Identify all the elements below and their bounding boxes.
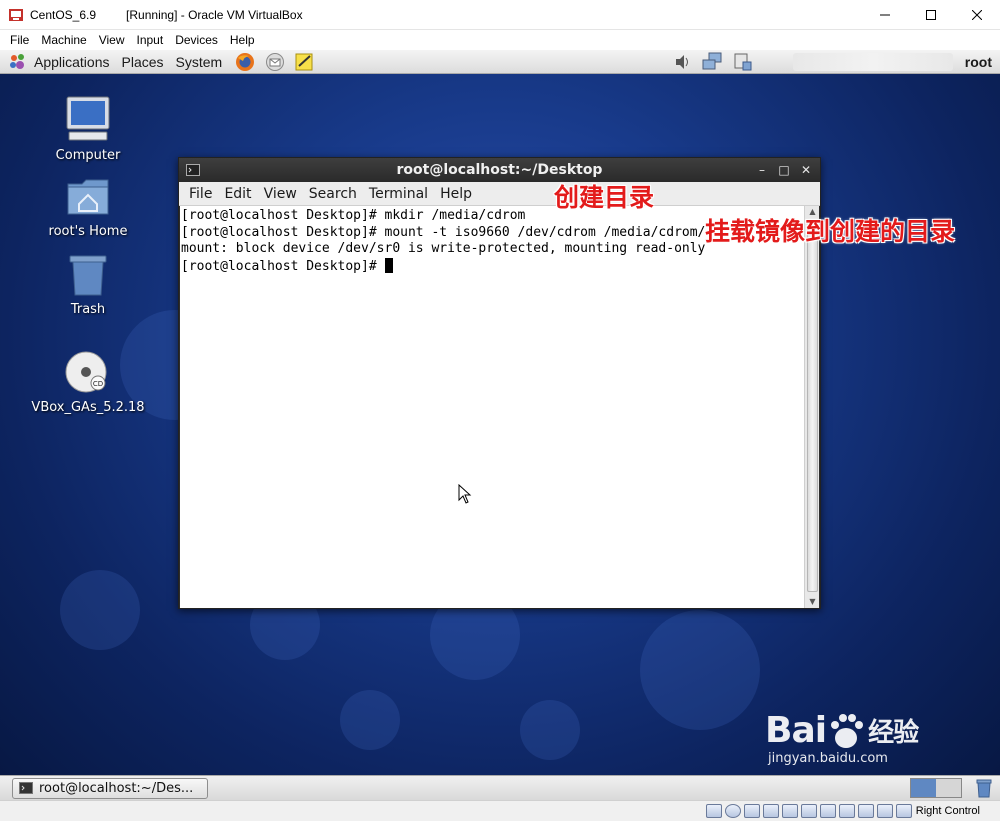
gnome-foot-icon bbox=[10, 53, 24, 69]
mail-launcher[interactable] bbox=[264, 52, 286, 72]
host-titlebar: CentOS_6.9 [Running] - Oracle VM Virtual… bbox=[0, 0, 1000, 30]
host-menu-view[interactable]: View bbox=[93, 33, 131, 47]
display-status-icon[interactable] bbox=[819, 804, 836, 818]
cpu-status-icon[interactable] bbox=[857, 804, 874, 818]
workspace-1[interactable] bbox=[911, 779, 936, 797]
desktop-icon-label: Trash bbox=[70, 302, 106, 317]
firefox-icon bbox=[236, 52, 255, 71]
watermark-brand-cn: 经验 bbox=[868, 718, 919, 748]
mouse-pointer-icon bbox=[458, 484, 472, 504]
panel-menu-places[interactable]: Places bbox=[122, 54, 164, 70]
panel-menu-system[interactable]: System bbox=[176, 54, 223, 70]
virtualbox-app-icon bbox=[9, 8, 23, 21]
baidu-watermark: Bai 经验 jingyan.baidu.com bbox=[765, 710, 919, 766]
trash-icon bbox=[69, 255, 107, 296]
terminal-titlebar[interactable]: root@localhost:~/Desktop – □ ✕ bbox=[179, 158, 820, 182]
close-icon bbox=[972, 10, 982, 20]
workspace-2[interactable] bbox=[936, 779, 961, 797]
taskbar-terminal-button[interactable]: root@localhost:~/Des... bbox=[12, 777, 208, 799]
volume-icon[interactable] bbox=[673, 53, 693, 71]
optical-drive-status-icon[interactable] bbox=[724, 804, 741, 818]
terminal-menu-terminal[interactable]: Terminal bbox=[363, 186, 434, 202]
host-menu-machine[interactable]: Machine bbox=[35, 33, 92, 47]
host-window-title: CentOS_6.9 [Running] - Oracle VM Virtual… bbox=[30, 7, 303, 22]
shared-folders-status-icon[interactable] bbox=[800, 804, 817, 818]
terminal-output[interactable]: [root@localhost Desktop]# mkdir /media/c… bbox=[180, 206, 805, 608]
guest-screen: Applications Places System root Computer bbox=[0, 50, 1000, 800]
workspace-switcher[interactable] bbox=[910, 778, 962, 798]
host-menu-help[interactable]: Help bbox=[224, 33, 261, 47]
network-icon[interactable] bbox=[701, 52, 723, 72]
host-key-label: Right Control bbox=[915, 805, 980, 817]
terminal-menu-help[interactable]: Help bbox=[434, 186, 478, 202]
note-editor-icon bbox=[295, 53, 313, 70]
baidu-paw-icon bbox=[831, 713, 864, 748]
desktop-icon-trash[interactable]: Trash bbox=[28, 252, 148, 317]
audio-status-icon[interactable] bbox=[743, 804, 760, 818]
terminal-minimize-button[interactable]: – bbox=[754, 162, 770, 178]
terminal-icon bbox=[19, 782, 33, 794]
terminal-close-button[interactable]: ✕ bbox=[798, 162, 814, 178]
firefox-launcher[interactable] bbox=[234, 52, 256, 72]
network-status-icon[interactable] bbox=[762, 804, 779, 818]
terminal-prompt-line: [root@localhost Desktop]# bbox=[181, 257, 804, 276]
desktop-icon-label: Computer bbox=[55, 148, 121, 163]
terminal-menubar: File Edit View Search Terminal Help bbox=[179, 182, 820, 206]
terminal-menu-edit[interactable]: Edit bbox=[218, 186, 257, 202]
desktop-icon-computer[interactable]: Computer bbox=[28, 94, 148, 163]
video-capture-status-icon[interactable] bbox=[838, 804, 855, 818]
host-statusbar: Right Control bbox=[0, 800, 1000, 821]
annotation-create-dir: 创建目录 bbox=[554, 183, 655, 212]
home-folder-icon bbox=[67, 179, 109, 215]
hard-disk-status-icon[interactable] bbox=[705, 804, 722, 818]
mouse-integration-status-icon[interactable] bbox=[876, 804, 893, 818]
taskbar-button-label: root@localhost:~/Des... bbox=[39, 780, 194, 796]
bokeh-decoration bbox=[340, 690, 400, 750]
terminal-menu-search[interactable]: Search bbox=[303, 186, 363, 202]
bokeh-decoration bbox=[640, 610, 760, 730]
scroll-thumb[interactable] bbox=[807, 220, 818, 592]
desktop-icon-label: root's Home bbox=[48, 224, 128, 239]
watermark-url: jingyan.baidu.com bbox=[768, 751, 888, 766]
annotation-mount-image: 挂载镜像到创建的目录 bbox=[705, 217, 956, 246]
host-menu-devices[interactable]: Devices bbox=[169, 33, 224, 47]
maximize-button[interactable] bbox=[908, 0, 954, 30]
cd-icon: CD bbox=[65, 351, 107, 393]
bokeh-decoration bbox=[520, 700, 580, 760]
terminal-maximize-button[interactable]: □ bbox=[776, 162, 792, 178]
gnome-top-panel: Applications Places System root bbox=[0, 50, 1000, 74]
panel-user-name[interactable]: root bbox=[965, 54, 992, 70]
terminal-scrollbar[interactable]: ▲ ▼ bbox=[804, 206, 819, 608]
usb-status-icon[interactable] bbox=[781, 804, 798, 818]
notes-launcher[interactable] bbox=[294, 52, 316, 72]
bokeh-decoration bbox=[60, 570, 140, 650]
mail-client-icon bbox=[266, 52, 285, 71]
terminal-title: root@localhost:~/Desktop bbox=[396, 162, 603, 178]
terminal-prompt: [root@localhost Desktop]# bbox=[181, 258, 385, 274]
keyboard-status-icon[interactable] bbox=[895, 804, 912, 818]
terminal-menu-file[interactable]: File bbox=[183, 186, 218, 202]
host-menu-input[interactable]: Input bbox=[131, 33, 170, 47]
maximize-icon bbox=[926, 10, 936, 20]
panel-menu-applications[interactable]: Applications bbox=[34, 54, 110, 70]
desktop-icon-label: VBox_GAs_5.2.18 bbox=[31, 400, 145, 415]
update-notifier-icon[interactable] bbox=[731, 52, 753, 72]
close-button[interactable] bbox=[954, 0, 1000, 30]
scroll-down-arrow[interactable]: ▼ bbox=[805, 596, 820, 608]
desktop-icon-home[interactable]: root's Home bbox=[28, 174, 148, 239]
minimize-icon bbox=[880, 14, 890, 16]
computer-icon bbox=[66, 96, 110, 141]
host-menu-file[interactable]: File bbox=[4, 33, 35, 47]
text-cursor bbox=[384, 257, 393, 273]
clock-area[interactable] bbox=[792, 53, 953, 71]
terminal-menu-view[interactable]: View bbox=[258, 186, 303, 202]
svg-text:CD: CD bbox=[93, 380, 103, 388]
minimize-button[interactable] bbox=[862, 0, 908, 30]
host-menubar: File Machine View Input Devices Help bbox=[0, 30, 1000, 50]
desktop-icon-vbox-cd[interactable]: CD VBox_GAs_5.2.18 bbox=[28, 350, 148, 415]
gnome-bottom-panel: root@localhost:~/Des... bbox=[0, 775, 1000, 800]
panel-trash-icon[interactable] bbox=[974, 778, 994, 798]
watermark-brand: Bai bbox=[765, 710, 827, 751]
